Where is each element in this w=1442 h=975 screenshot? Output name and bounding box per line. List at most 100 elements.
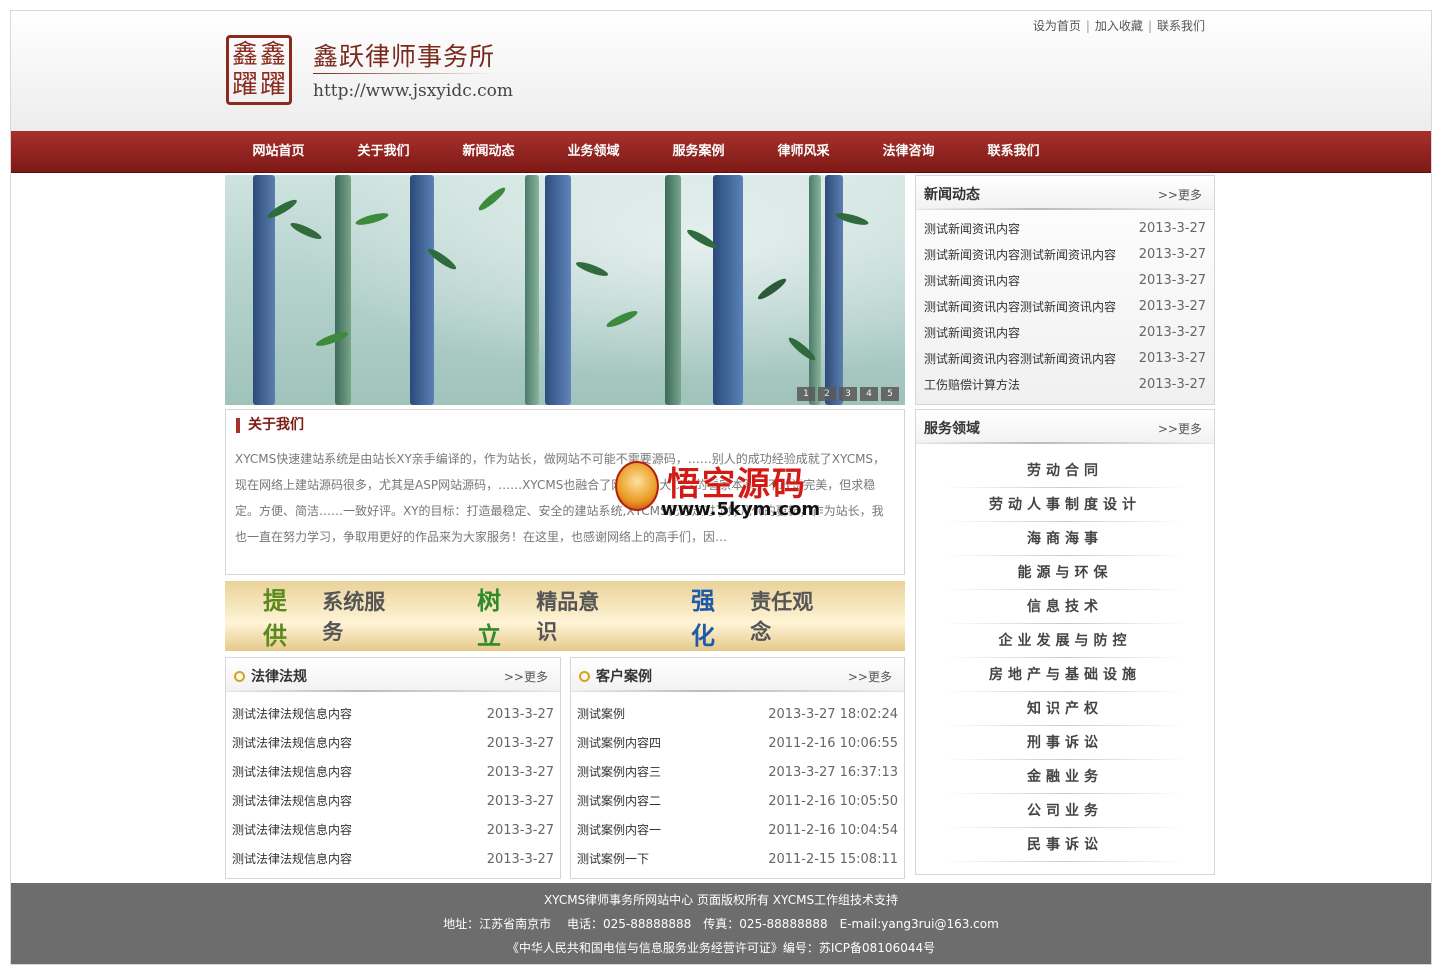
watermark-url: www.5kym.com <box>661 499 821 520</box>
list-item-title[interactable]: 测试案例一下 <box>577 845 649 874</box>
list-item-title[interactable]: 测试案例内容二 <box>577 787 661 816</box>
list-item[interactable]: 工伤赔偿计算方法 2013-3-27 <box>916 372 1214 398</box>
list-item-title[interactable]: 测试新闻资讯内容测试新闻资讯内容 <box>924 242 1116 268</box>
laws-more-link[interactable]: >>更多 <box>504 668 548 685</box>
list-item-title[interactable]: 测试法律法规信息内容 <box>232 758 352 787</box>
list-item-date: 2013-3-27 <box>1138 377 1206 392</box>
list-item[interactable]: 测试新闻资讯内容测试新闻资讯内容 2013-3-27 <box>916 242 1214 268</box>
watermark: 悟空源码 www.5kym.com <box>615 457 845 527</box>
list-item[interactable]: 测试法律法规信息内容 2013-3-27 <box>226 700 560 729</box>
list-item-date: 2013-3-27 <box>486 794 554 809</box>
list-item-title[interactable]: 测试新闻资讯内容测试新闻资讯内容 <box>924 346 1116 372</box>
list-item[interactable]: 测试新闻资讯内容 2013-3-27 <box>916 320 1214 346</box>
service-item[interactable]: 企业发展与防控 <box>916 624 1214 658</box>
bamboo-stem <box>410 175 434 405</box>
slogan-keyword: 提供 <box>263 587 287 650</box>
page-frame: 鑫 鑫 躍 躍 鑫跃律师事务所 http://www.jsxyidc.com 设… <box>10 10 1432 965</box>
logo-seal[interactable]: 鑫 鑫 躍 躍 <box>226 35 292 105</box>
about-title: 关于我们 <box>236 418 304 433</box>
service-item[interactable]: 信息技术 <box>916 590 1214 624</box>
slide-button[interactable]: 3 <box>839 387 857 401</box>
list-item[interactable]: 测试法律法规信息内容 2013-3-27 <box>226 816 560 845</box>
nav-item-lawyers[interactable]: 律师风采 <box>751 131 856 173</box>
nav-item-cases[interactable]: 服务案例 <box>646 131 751 173</box>
list-item[interactable]: 测试案例内容三 2013-3-27 16:37:13 <box>571 758 904 787</box>
list-item-title[interactable]: 测试案例内容三 <box>577 758 661 787</box>
service-item[interactable]: 民事诉讼 <box>916 828 1214 862</box>
list-item-date: 2013-3-27 <box>486 852 554 867</box>
list-item-date: 2013-3-27 <box>486 823 554 838</box>
service-item[interactable]: 能源与环保 <box>916 556 1214 590</box>
banner-slideshow[interactable]: 1 2 3 4 5 <box>225 175 905 405</box>
nav-item-news[interactable]: 新闻动态 <box>436 131 541 173</box>
nav-item-business[interactable]: 业务领域 <box>541 131 646 173</box>
list-item[interactable]: 测试案例内容二 2011-2-16 10:05:50 <box>571 787 904 816</box>
list-item-title[interactable]: 测试法律法规信息内容 <box>232 787 352 816</box>
list-item-date: 2013-3-27 18:02:24 <box>768 707 898 722</box>
list-item[interactable]: 测试新闻资讯内容测试新闻资讯内容 2013-3-27 <box>916 294 1214 320</box>
service-item[interactable]: 金融业务 <box>916 760 1214 794</box>
list-item-date: 2013-3-27 <box>486 736 554 751</box>
cases-panel: 客户案例 >>更多 测试案例 2013-3-27 18:02:24 测试案例内容四 2… <box>570 657 905 879</box>
list-item[interactable]: 测试案例 2013-3-27 18:02:24 <box>571 700 904 729</box>
news-more-link[interactable]: >>更多 <box>1158 186 1202 203</box>
list-item[interactable]: 测试新闻资讯内容测试新闻资讯内容 2013-3-27 <box>916 346 1214 372</box>
service-more-link[interactable]: >>更多 <box>1158 420 1202 437</box>
slide-button[interactable]: 1 <box>797 387 815 401</box>
list-item-title[interactable]: 测试法律法规信息内容 <box>232 729 352 758</box>
list-item-title[interactable]: 测试案例内容四 <box>577 729 661 758</box>
list-item[interactable]: 测试案例一下 2011-2-15 15:08:11 <box>571 845 904 874</box>
list-item-title[interactable]: 测试新闻资讯内容 <box>924 268 1020 294</box>
list-item-title[interactable]: 测试法律法规信息内容 <box>232 700 352 729</box>
nav-item-contact[interactable]: 联系我们 <box>961 131 1066 173</box>
set-homepage-link[interactable]: 设为首页 <box>1033 19 1081 33</box>
list-item-date: 2011-2-16 10:04:54 <box>768 823 898 838</box>
site-name: 鑫跃律师事务所 <box>313 42 496 71</box>
slide-button[interactable]: 2 <box>818 387 836 401</box>
list-item-date: 2013-3-27 <box>1138 247 1206 262</box>
service-header: 服务领域 >>更多 <box>916 410 1214 444</box>
list-item[interactable]: 测试法律法规信息内容 2013-3-27 <box>226 758 560 787</box>
contact-link[interactable]: 联系我们 <box>1157 19 1205 33</box>
list-item-title[interactable]: 工伤赔偿计算方法 <box>924 372 1020 398</box>
add-favorite-link[interactable]: 加入收藏 <box>1095 19 1143 33</box>
list-item[interactable]: 测试法律法规信息内容 2013-3-27 <box>226 787 560 816</box>
slogan-keyword: 强化 <box>691 587 715 650</box>
list-item[interactable]: 测试案例内容一 2011-2-16 10:04:54 <box>571 816 904 845</box>
service-item[interactable]: 劳动人事制度设计 <box>916 488 1214 522</box>
list-item-title[interactable]: 测试案例内容一 <box>577 816 661 845</box>
list-item[interactable]: 测试新闻资讯内容 2013-3-27 <box>916 268 1214 294</box>
list-item[interactable]: 测试法律法规信息内容 2013-3-27 <box>226 845 560 874</box>
list-item[interactable]: 测试新闻资讯内容 2013-3-27 <box>916 216 1214 242</box>
service-item[interactable]: 公司业务 <box>916 794 1214 828</box>
nav-item-about[interactable]: 关于我们 <box>331 131 436 173</box>
logo-char: 躍 <box>259 70 286 100</box>
list-item-title[interactable]: 测试法律法规信息内容 <box>232 816 352 845</box>
monkey-king-icon <box>615 461 659 511</box>
header: 鑫 鑫 躍 躍 鑫跃律师事务所 http://www.jsxyidc.com 设… <box>11 11 1431 131</box>
list-item[interactable]: 测试案例内容四 2011-2-16 10:06:55 <box>571 729 904 758</box>
logo-char: 躍 <box>231 70 258 100</box>
list-item-date: 2013-3-27 <box>1138 325 1206 340</box>
list-item-title[interactable]: 测试新闻资讯内容测试新闻资讯内容 <box>924 294 1116 320</box>
service-item[interactable]: 知识产权 <box>916 692 1214 726</box>
news-list: 测试新闻资讯内容 2013-3-27 测试新闻资讯内容测试新闻资讯内容 2013-3-… <box>916 210 1214 398</box>
service-title: 服务领域 <box>924 421 980 437</box>
service-item[interactable]: 劳动合同 <box>916 454 1214 488</box>
list-item[interactable]: 测试法律法规信息内容 2013-3-27 <box>226 729 560 758</box>
list-item-title[interactable]: 测试新闻资讯内容 <box>924 320 1020 346</box>
list-item-title[interactable]: 测试新闻资讯内容 <box>924 216 1020 242</box>
list-item-title[interactable]: 测试法律法规信息内容 <box>232 845 352 874</box>
nav-item-home[interactable]: 网站首页 <box>226 131 331 173</box>
cases-more-link[interactable]: >>更多 <box>848 668 892 685</box>
nav-item-consult[interactable]: 法律咨询 <box>856 131 961 173</box>
list-item-title[interactable]: 测试案例 <box>577 700 625 729</box>
laws-panel: 法律法规 >>更多 测试法律法规信息内容 2013-3-27 测试法律法规信息内容 2… <box>225 657 561 879</box>
service-item[interactable]: 房地产与基础设施 <box>916 658 1214 692</box>
bamboo-stem <box>825 175 843 405</box>
slide-button[interactable]: 4 <box>860 387 878 401</box>
service-item[interactable]: 刑事诉讼 <box>916 726 1214 760</box>
slide-button[interactable]: 5 <box>881 387 899 401</box>
service-item[interactable]: 海商海事 <box>916 522 1214 556</box>
logo-divider <box>313 73 493 74</box>
